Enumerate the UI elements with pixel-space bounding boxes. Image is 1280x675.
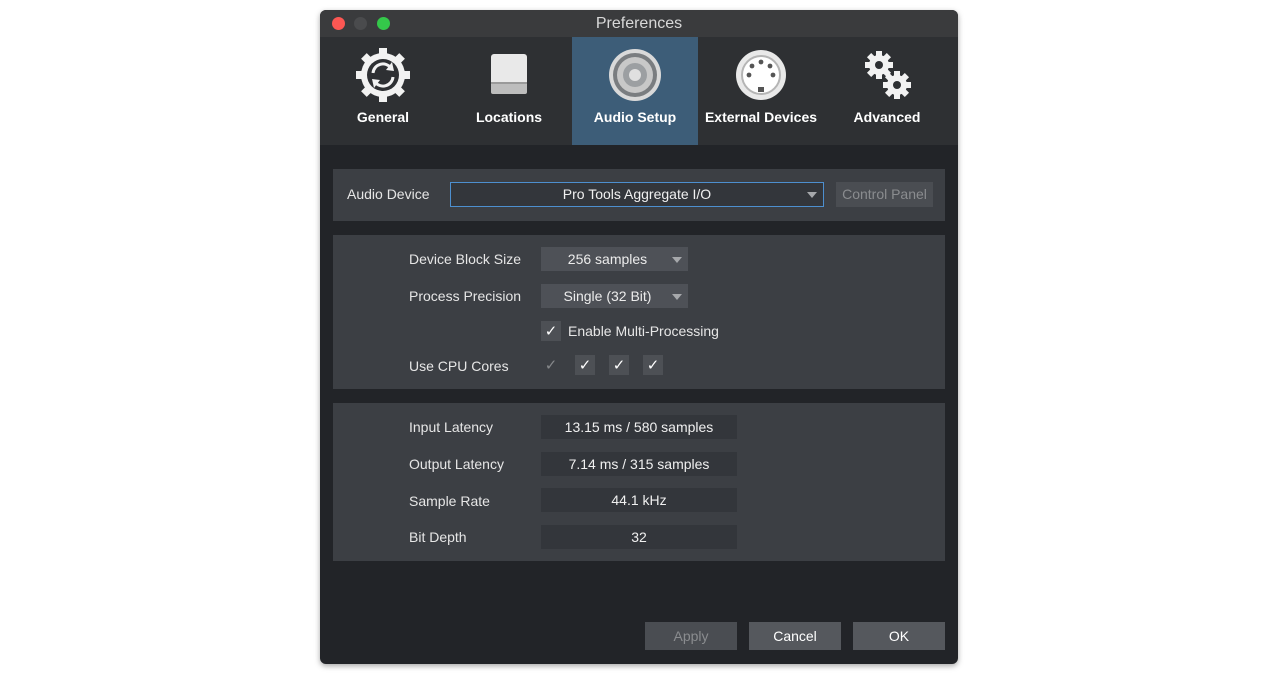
preferences-toolbar: General Locations Audio Setup [320, 37, 958, 145]
tab-audio-setup[interactable]: Audio Setup [572, 37, 698, 145]
preferences-window: Preferences [320, 10, 958, 664]
sync-gear-icon [355, 47, 411, 103]
sample-rate-value: 44.1 kHz [541, 488, 737, 512]
speaker-icon [607, 47, 663, 103]
cpu-cores-label: Use CPU Cores [409, 358, 509, 374]
control-panel-button[interactable]: Control Panel [836, 182, 933, 207]
midi-connector-icon [733, 47, 789, 103]
tab-label: Advanced [824, 109, 950, 125]
dropdown-arrow-icon [807, 192, 817, 198]
apply-button[interactable]: Apply [645, 622, 737, 650]
title-bar: Preferences [320, 10, 958, 37]
cpu-core-3-checkbox[interactable]: ✓ [609, 355, 629, 375]
multi-processing-label: Enable Multi-Processing [568, 323, 719, 339]
audio-device-select[interactable]: Pro Tools Aggregate I/O [450, 182, 824, 207]
window-title: Preferences [320, 15, 958, 33]
tab-label: External Devices [698, 109, 824, 125]
block-size-label: Device Block Size [409, 251, 521, 267]
ok-button[interactable]: OK [853, 622, 945, 650]
gears-icon [859, 47, 915, 103]
bit-depth-value: 32 [541, 525, 737, 549]
output-latency-value: 7.14 ms / 315 samples [541, 452, 737, 476]
drive-icon [481, 47, 537, 103]
output-latency-label: Output Latency [409, 456, 504, 472]
tab-label: Locations [446, 109, 572, 125]
cpu-core-2-checkbox[interactable]: ✓ [575, 355, 595, 375]
tab-locations[interactable]: Locations [446, 37, 572, 145]
audio-device-label: Audio Device [347, 186, 430, 202]
cpu-core-4-checkbox[interactable]: ✓ [643, 355, 663, 375]
input-latency-label: Input Latency [409, 419, 493, 435]
precision-select[interactable]: Single (32 Bit) [541, 284, 688, 308]
dropdown-arrow-icon [672, 257, 682, 263]
tab-external-devices[interactable]: External Devices [698, 37, 824, 145]
block-size-select[interactable]: 256 samples [541, 247, 688, 271]
precision-value: Single (32 Bit) [564, 288, 652, 304]
tab-general[interactable]: General [320, 37, 446, 145]
sample-rate-label: Sample Rate [409, 493, 490, 509]
cpu-core-1-checkbox: ✓ [541, 355, 561, 375]
precision-label: Process Precision [409, 288, 521, 304]
block-size-value: 256 samples [568, 251, 647, 267]
dropdown-arrow-icon [672, 294, 682, 300]
cancel-button[interactable]: Cancel [749, 622, 841, 650]
tab-label: Audio Setup [572, 109, 698, 125]
tab-advanced[interactable]: Advanced [824, 37, 950, 145]
multi-processing-checkbox[interactable]: ✓ [541, 321, 561, 341]
input-latency-value: 13.15 ms / 580 samples [541, 415, 737, 439]
tab-label: General [320, 109, 446, 125]
bit-depth-label: Bit Depth [409, 529, 467, 545]
audio-device-value: Pro Tools Aggregate I/O [563, 186, 711, 202]
